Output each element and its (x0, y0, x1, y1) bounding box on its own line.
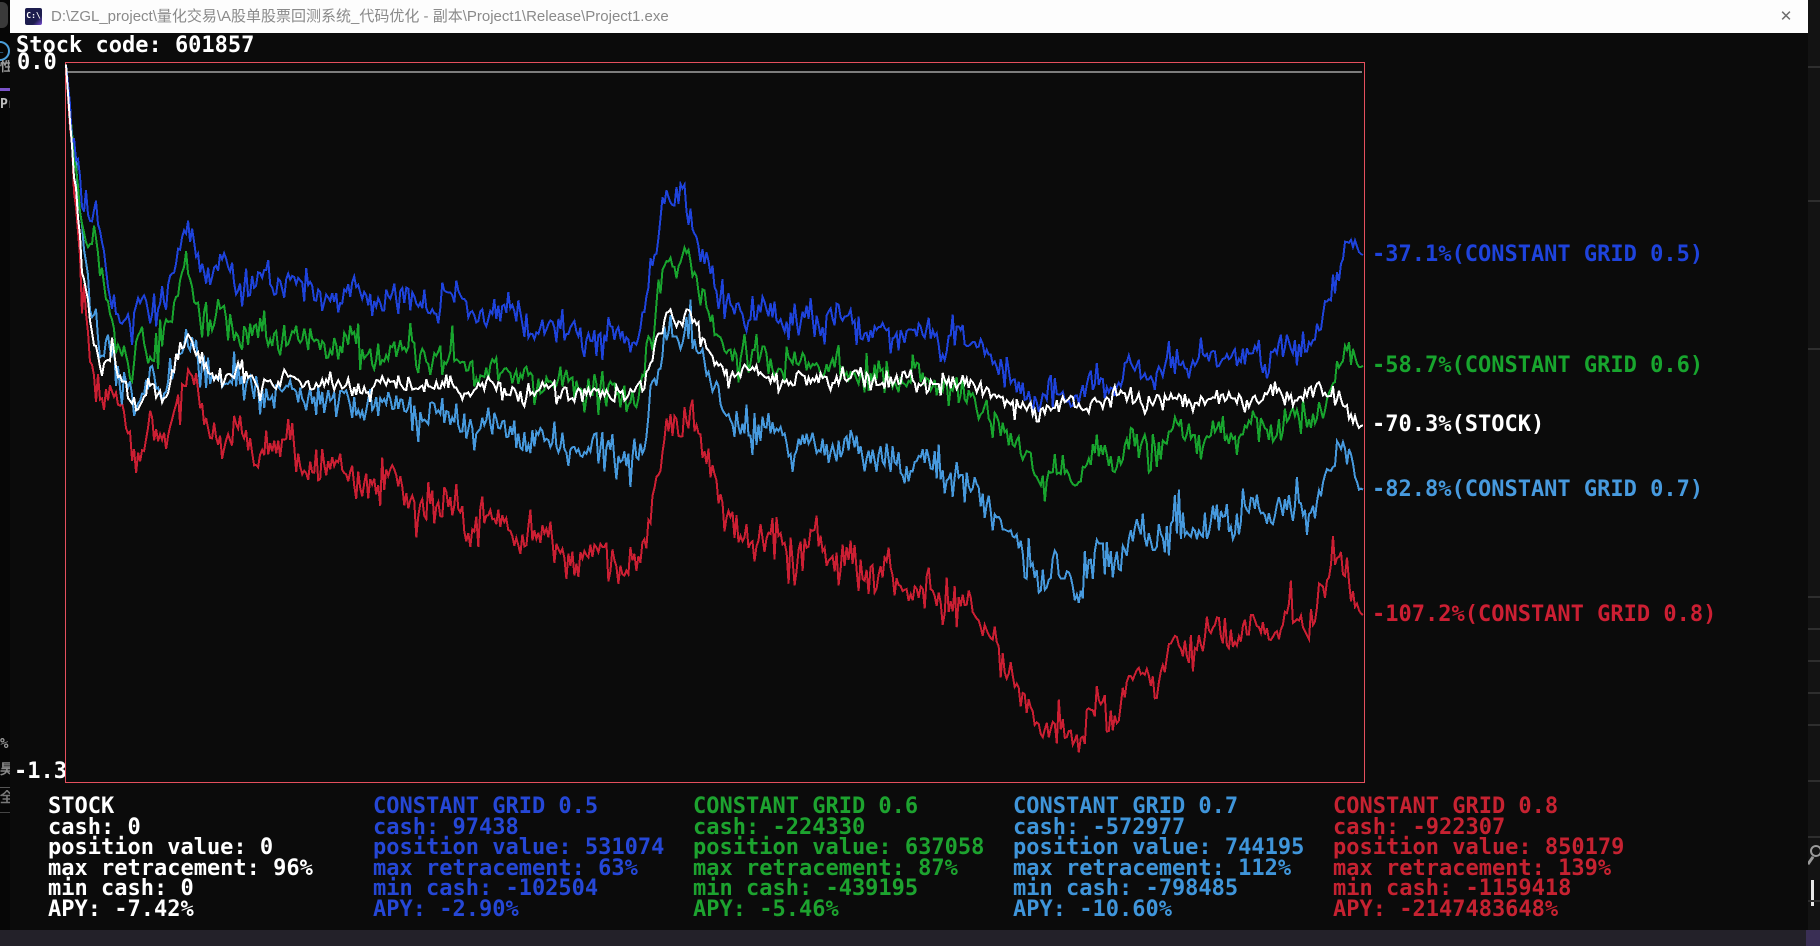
series-end-label: -58.7%(CONSTANT GRID 0.6) (1372, 353, 1704, 378)
background-window-fragment (1808, 628, 1820, 630)
background-window-fragment (1808, 900, 1820, 902)
stats-line: APY: -2147483648% (1333, 896, 1559, 922)
background-window-fragment (1808, 836, 1820, 838)
desktop-background: { "window": { "title": "D:\\ZGL_project\… (0, 0, 1820, 946)
background-window-fragment (1808, 692, 1820, 694)
stats-line: APY: -10.60% (1013, 896, 1172, 922)
stats-line: APY: -7.42% (48, 896, 194, 922)
taskbar-strip-accent (1806, 930, 1820, 946)
stats-column: STOCK cash: 0 position value: 0 max retrace… (48, 796, 313, 922)
series-end-label: -37.1%(CONSTANT GRID 0.5) (1372, 242, 1704, 267)
stats-line: APY: -2.90% (373, 896, 519, 922)
series-end-label: -70.3%(STOCK) (1372, 412, 1545, 437)
background-window-fragment (1808, 596, 1820, 598)
taskbar-strip (0, 930, 1820, 946)
background-window-fragment (1808, 66, 1820, 68)
stats-column: CONSTANT GRID 0.6 cash: -224330 position v… (693, 796, 984, 922)
background-scrollbar-fragment (1811, 880, 1814, 906)
background-window-fragment (1808, 200, 1820, 202)
stats-column: CONSTANT GRID 0.8 cash: -922307 position v… (1333, 796, 1624, 922)
background-window-fragment (1808, 780, 1820, 782)
stats-column: CONSTANT GRID 0.5 cash: 97438 position val… (373, 796, 664, 922)
background-window-fragment (1808, 724, 1820, 726)
series-line-stock (65, 64, 1364, 430)
magnifier-icon (1808, 843, 1820, 867)
series-end-label: -82.8%(CONSTANT GRID 0.7) (1372, 477, 1704, 502)
background-window-fragment (1808, 0, 1820, 930)
series-end-label: -107.2%(CONSTANT GRID 0.8) (1372, 602, 1717, 627)
stats-line: APY: -5.46% (693, 896, 839, 922)
background-window-fragment (1808, 348, 1820, 350)
stats-column: CONSTANT GRID 0.7 cash: -572977 position v… (1013, 796, 1304, 922)
background-window-fragment (1808, 660, 1820, 662)
